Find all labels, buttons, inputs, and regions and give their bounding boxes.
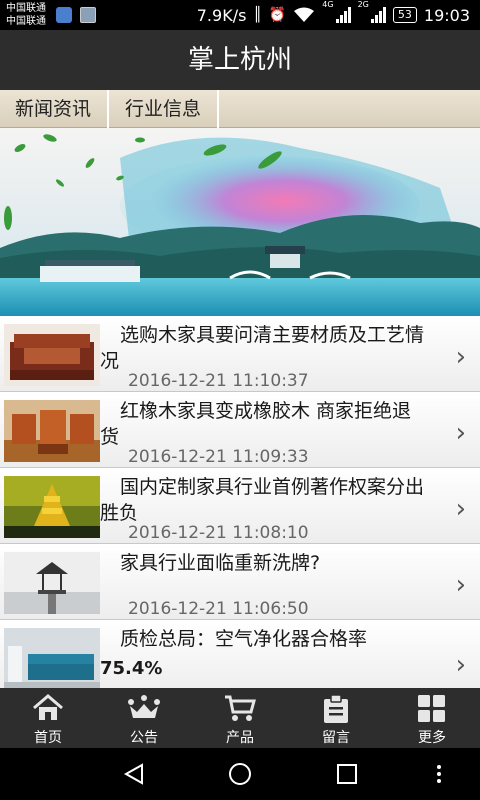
grid-icon	[418, 695, 445, 722]
news-title: 选购木家具要问清主要材质及工艺情况	[100, 324, 425, 372]
nav-home-label: 首页	[34, 730, 62, 746]
nav-products-label: 产品	[226, 730, 254, 746]
nav-more-label: 更多	[418, 730, 446, 746]
thumbnail-image	[4, 552, 100, 614]
vibrate-icon: ║	[253, 7, 262, 23]
system-nav-bar	[0, 748, 480, 800]
wifi-icon	[294, 7, 315, 22]
chevron-right-icon: ›	[455, 418, 466, 448]
list-item[interactable]: 质检总局：空气净化器合格率 75.4% ›	[0, 620, 480, 688]
carrier-labels: 中国联通 中国联通	[6, 2, 46, 28]
net-type-2: 2G	[357, 0, 369, 9]
cart-icon	[225, 695, 256, 721]
tab-bar: 新闻资讯 行业信息	[0, 90, 480, 128]
home-circle-icon[interactable]	[228, 762, 252, 786]
bottom-nav: 首页 公告 产品 留言 更多	[0, 688, 480, 748]
news-date: 2016-12-21 11:08:10	[128, 523, 309, 543]
thumbnail-image	[4, 628, 100, 688]
notification-app-icon	[56, 7, 72, 23]
recents-icon[interactable]	[335, 762, 359, 786]
nav-message[interactable]: 留言	[288, 688, 384, 748]
carrier-2: 中国联通	[6, 16, 46, 27]
notification-image-icon	[80, 7, 96, 23]
news-title: 质检总局：空气净化器合格率	[120, 628, 368, 650]
alarm-icon: ⏰	[268, 7, 287, 23]
app-screen: 中国联通 中国联通 7.9K/s ║ ⏰ 4G 2G 53 19:03 掌上杭州…	[0, 0, 480, 800]
tab-industry[interactable]: 行业信息	[109, 90, 220, 128]
list-item[interactable]: 家具行业面临重新洗牌? 2016-12-21 11:06:50 ›	[0, 544, 480, 620]
list-item[interactable]: 选购木家具要问清主要材质及工艺情况 2016-12-21 11:10:37 ›	[0, 316, 480, 392]
news-title: 红橡木家具变成橡胶木 商家拒绝退货	[100, 400, 412, 448]
thumbnail-image	[4, 400, 100, 462]
thumbnail-image	[4, 324, 100, 386]
news-list: 选购木家具要问清主要材质及工艺情况 2016-12-21 11:10:37 › …	[0, 316, 480, 688]
chevron-right-icon: ›	[455, 650, 466, 680]
news-date: 2016-12-21 11:09:33	[128, 447, 309, 467]
menu-dots-icon[interactable]	[434, 762, 444, 786]
nav-message-label: 留言	[322, 730, 350, 746]
network-speed: 7.9K/s	[196, 5, 247, 25]
list-item[interactable]: 国内定制家具行业首例著作权案分出胜负 2016-12-21 11:08:10 ›	[0, 468, 480, 544]
banner-image[interactable]	[0, 128, 480, 316]
net-type-1: 4G	[322, 0, 334, 9]
thumbnail-image	[4, 476, 100, 538]
signal-icon-2	[370, 7, 386, 23]
nav-products[interactable]: 产品	[192, 688, 288, 748]
chevron-right-icon: ›	[455, 494, 466, 524]
chevron-right-icon: ›	[455, 570, 466, 600]
news-title: 家具行业面临重新洗牌?	[120, 552, 321, 574]
carrier-1: 中国联通	[6, 3, 46, 14]
clipboard-icon	[324, 694, 348, 723]
home-icon	[33, 694, 63, 720]
page-title: 掌上杭州	[0, 30, 480, 90]
news-extra: 75.4%	[100, 658, 163, 679]
back-icon[interactable]	[122, 762, 146, 786]
crown-icon	[128, 695, 160, 718]
nav-home[interactable]: 首页	[0, 688, 96, 748]
clock: 19:03	[423, 5, 470, 25]
nav-more[interactable]: 更多	[384, 688, 480, 748]
list-item[interactable]: 红橡木家具变成橡胶木 商家拒绝退货 2016-12-21 11:09:33 ›	[0, 392, 480, 468]
news-date: 2016-12-21 11:10:37	[128, 371, 309, 391]
chevron-right-icon: ›	[455, 342, 466, 372]
news-date: 2016-12-21 11:06:50	[128, 599, 309, 619]
nav-notice-label: 公告	[130, 730, 158, 746]
tab-news[interactable]: 新闻资讯	[0, 90, 110, 128]
status-bar: 中国联通 中国联通 7.9K/s ║ ⏰ 4G 2G 53 19:03	[0, 0, 480, 30]
news-title: 国内定制家具行业首例著作权案分出胜负	[100, 476, 425, 524]
signal-icon-1	[335, 7, 351, 23]
battery-icon: 53	[392, 7, 417, 23]
nav-notice[interactable]: 公告	[96, 688, 192, 748]
